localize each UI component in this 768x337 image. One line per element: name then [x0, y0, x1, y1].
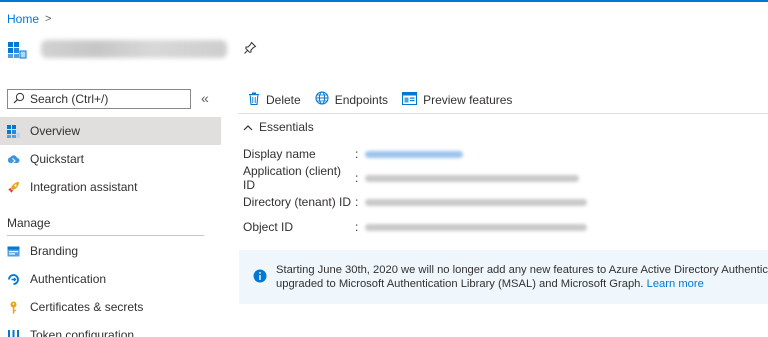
sidebar-item-label: Certificates & secrets: [30, 300, 144, 314]
section-divider: [7, 235, 204, 236]
field-label: Application (client) ID: [243, 164, 342, 192]
sidebar-item-label: Overview: [30, 124, 81, 138]
directory-id-value-redacted: [365, 198, 587, 206]
top-accent-bar: [0, 0, 768, 2]
sidebar-item-label: Token configuration: [30, 328, 135, 337]
essentials-row-object-id: Object ID :: [243, 218, 587, 236]
sidebar-item-certificates-secrets[interactable]: Certificates & secrets: [0, 293, 221, 321]
preview-features-icon: [402, 91, 418, 108]
info-icon: [253, 269, 267, 286]
key-icon: [7, 301, 20, 314]
field-label: Display name: [243, 147, 316, 161]
preview-features-button[interactable]: Preview features: [402, 91, 513, 108]
field-colon: :: [355, 195, 359, 209]
quickstart-cloud-icon: [7, 153, 20, 166]
delete-button[interactable]: Delete: [248, 92, 301, 108]
learn-more-link[interactable]: Learn more: [647, 278, 704, 290]
field-label: Directory (tenant) ID: [243, 195, 352, 209]
breadcrumb-home-link[interactable]: Home: [7, 12, 39, 26]
overview-grid-icon: [7, 124, 20, 138]
token-bars-icon: [7, 329, 20, 337]
breadcrumb-separator: >: [45, 13, 52, 25]
notice-text: Starting June 30th, 2020 we will no long…: [276, 263, 768, 291]
sidebar-item-label: Branding: [30, 244, 79, 258]
essentials-header: Essentials: [259, 120, 314, 134]
delete-label: Delete: [266, 92, 301, 107]
collapse-sidebar-button[interactable]: «: [201, 90, 209, 106]
app-registration-icon: [7, 39, 27, 59]
search-placeholder: Search (Ctrl+/): [30, 92, 109, 106]
notice-line-1: Starting June 30th, 2020 we will no long…: [276, 264, 768, 276]
object-id-value-redacted: [365, 223, 587, 231]
notice-line-2: upgraded to Microsoft Authentication Lib…: [276, 277, 768, 291]
sidebar-item-quickstart[interactable]: Quickstart: [0, 145, 221, 173]
breadcrumb: Home >: [7, 12, 51, 26]
sidebar-item-label: Integration assistant: [30, 180, 138, 194]
field-label: Object ID: [243, 220, 294, 234]
toolbar-divider: [238, 113, 768, 114]
app-name-redacted: [41, 40, 227, 58]
display-name-value-redacted[interactable]: [365, 150, 463, 158]
preview-features-label: Preview features: [423, 92, 513, 107]
sidebar-item-integration-assistant[interactable]: Integration assistant: [0, 173, 221, 201]
sidebar-section-manage: Manage: [7, 216, 51, 230]
trash-icon: [248, 92, 260, 108]
endpoints-button[interactable]: Endpoints: [315, 91, 388, 108]
essentials-row-application-id: Application (client) ID :: [243, 164, 579, 192]
sidebar-item-token-configuration[interactable]: Token configuration: [0, 321, 221, 337]
search-input[interactable]: Search (Ctrl+/): [7, 89, 191, 109]
authentication-icon: [7, 273, 20, 286]
field-colon: :: [355, 171, 359, 185]
essentials-toggle[interactable]: Essentials: [243, 120, 314, 134]
page-title: [7, 36, 227, 62]
command-bar: Delete Endpoints Preview features: [248, 91, 512, 108]
globe-icon: [315, 91, 329, 108]
application-id-value-redacted: [365, 174, 579, 182]
sidebar-item-branding[interactable]: Branding: [0, 237, 221, 265]
sidebar-item-overview[interactable]: Overview: [0, 117, 221, 145]
essentials-row-display-name: Display name :: [243, 145, 463, 163]
notice-line-2-text: upgraded to Microsoft Authentication Lib…: [276, 278, 644, 290]
endpoints-label: Endpoints: [334, 92, 389, 107]
pin-icon[interactable]: [243, 41, 257, 55]
field-colon: :: [355, 147, 359, 161]
sidebar-item-authentication[interactable]: Authentication: [0, 265, 221, 293]
adal-deprecation-notice: Starting June 30th, 2020 we will no long…: [239, 250, 768, 304]
sidebar-item-label: Quickstart: [30, 152, 85, 166]
sidebar-item-label: Authentication: [30, 272, 107, 286]
rocket-icon: [7, 181, 20, 194]
chevron-up-icon: [243, 120, 253, 134]
branding-icon: [7, 245, 20, 258]
field-colon: :: [355, 220, 359, 234]
search-icon: [13, 92, 25, 107]
essentials-row-directory-id: Directory (tenant) ID :: [243, 193, 587, 211]
